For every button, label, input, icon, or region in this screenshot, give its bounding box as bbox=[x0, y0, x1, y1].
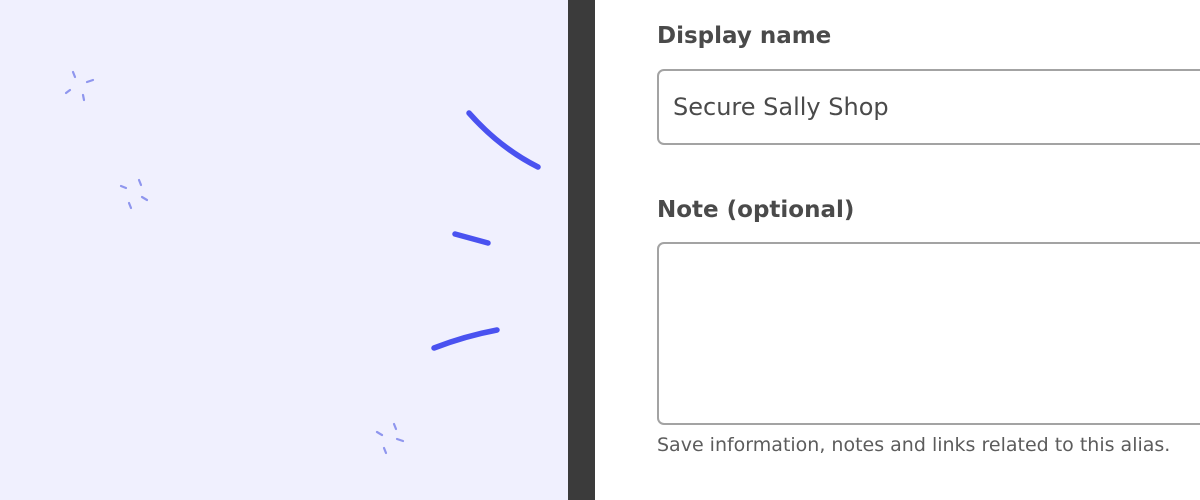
note-hint-text: Save information, notes and links relate… bbox=[657, 434, 1171, 456]
accent-stroke bbox=[466, 110, 541, 170]
panel-divider bbox=[568, 0, 595, 500]
accent-stroke bbox=[452, 231, 491, 246]
decorative-illustration-panel bbox=[0, 0, 568, 500]
accent-stroke bbox=[431, 327, 500, 351]
celebration-illustration bbox=[64, 70, 541, 455]
note-label: Note (optional) bbox=[657, 197, 855, 223]
sparkle-icon bbox=[375, 422, 405, 455]
display-name-label: Display name bbox=[657, 23, 832, 49]
alias-details-form: Display name Note (optional) Save inform… bbox=[595, 0, 1200, 500]
alias-editor-screen: Display name Note (optional) Save inform… bbox=[0, 0, 1200, 500]
display-name-input[interactable] bbox=[657, 69, 1200, 145]
note-textarea[interactable] bbox=[657, 242, 1200, 425]
sparkle-icon bbox=[64, 70, 95, 102]
sparkle-icon bbox=[119, 178, 149, 210]
